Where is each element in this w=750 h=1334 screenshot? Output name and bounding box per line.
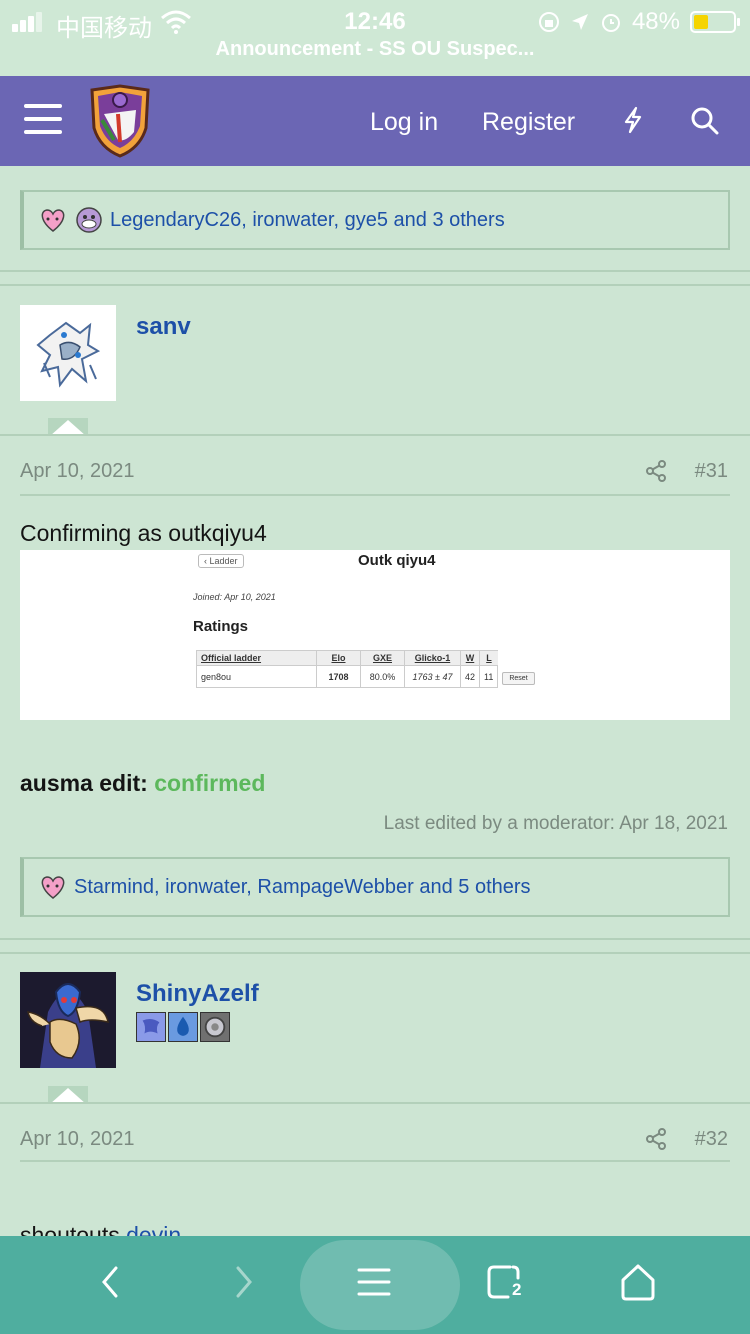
steel-type-badge-icon — [200, 1012, 230, 1042]
col-header: Glicko-1 — [404, 650, 461, 666]
divider — [20, 494, 730, 496]
alarm-icon — [601, 14, 620, 32]
col-header: GXE — [360, 650, 405, 666]
status-bar: 中国移动 12:46 48% Announcement - SS OU Susp… — [0, 0, 750, 76]
edit-status: confirmed — [154, 770, 266, 796]
forward-icon[interactable] — [232, 1262, 256, 1302]
divider — [0, 938, 750, 940]
divider — [20, 1160, 730, 1162]
post-number[interactable]: #32 — [695, 1128, 728, 1151]
edit-note: ausma edit: confirmed — [20, 770, 266, 796]
col-header: L — [479, 650, 498, 666]
divider — [0, 952, 750, 954]
menu-icon[interactable] — [356, 1262, 392, 1302]
post-username[interactable]: sanv — [136, 313, 191, 341]
announcement-banner[interactable]: Announcement - SS OU Suspec... — [0, 38, 750, 61]
ladder-back-button: ‹ Ladder — [198, 554, 244, 568]
user-badges — [136, 1012, 230, 1042]
table-cell: gen8ou — [196, 665, 317, 688]
post-date[interactable]: Apr 10, 2021 — [20, 460, 135, 483]
table-cell: 42 — [459, 665, 481, 688]
reactions-bar[interactable]: LegendaryC26, ironwater, gye5 and 3 othe… — [20, 190, 730, 250]
ratings-title: Ratings — [193, 618, 249, 635]
reactions-text[interactable]: Starmind, ironwater, RampageWebber and 5… — [74, 876, 531, 899]
reactions-text[interactable]: LegendaryC26, ironwater, gye5 and 3 othe… — [110, 209, 505, 232]
menu-icon[interactable] — [24, 104, 62, 143]
battery-icon — [690, 11, 740, 33]
search-icon[interactable] — [690, 106, 720, 136]
post-date[interactable]: Apr 10, 2021 — [20, 1128, 135, 1151]
share-icon[interactable] — [644, 459, 668, 483]
divider — [0, 284, 750, 286]
divider — [0, 270, 750, 272]
tab-count: 2 — [512, 1280, 522, 1299]
rotation-lock-icon — [538, 12, 559, 32]
player-name: Outk qiyu4 — [358, 552, 436, 569]
battery-percent: 48% — [631, 8, 680, 35]
table-cell: 1763 ± 47 — [404, 665, 461, 688]
col-header: Elo — [316, 650, 361, 666]
heart-reaction-icon — [41, 209, 65, 232]
login-link[interactable]: Log in — [370, 108, 438, 137]
location-icon — [571, 14, 588, 30]
avatar[interactable] — [20, 305, 116, 401]
post-image[interactable]: ‹ Ladder Outk qiyu4 Joined: Apr 10, 2021… — [20, 550, 730, 720]
bolt-icon[interactable] — [622, 106, 644, 134]
table-cell: 1708 — [316, 665, 361, 688]
koffing-reaction-icon — [76, 207, 102, 233]
heart-reaction-icon — [41, 876, 65, 899]
table-cell: 11 — [479, 665, 499, 688]
tabs-icon[interactable]: 2 — [486, 1264, 526, 1300]
arceus-avatar-image — [36, 321, 101, 388]
last-edited: Last edited by a moderator: Apr 18, 2021 — [383, 813, 728, 834]
top-nav: Log in Register — [0, 76, 750, 166]
home-icon[interactable] — [618, 1262, 658, 1302]
col-header: W — [459, 650, 481, 666]
ratings-table: Official ladder Elo GXE Glicko-1 W L gen… — [196, 650, 539, 688]
avatar[interactable] — [20, 972, 116, 1068]
post-number[interactable]: #31 — [695, 460, 728, 483]
post-username[interactable]: ShinyAzelf — [136, 980, 259, 1008]
dragon-type-badge-icon — [136, 1012, 166, 1042]
divider — [0, 1102, 750, 1104]
reactions-bar[interactable]: Starmind, ironwater, RampageWebber and 5… — [20, 857, 730, 917]
reset-button: Reset — [502, 671, 535, 685]
table-cell: 80.0% — [360, 665, 405, 688]
register-link[interactable]: Register — [482, 108, 575, 137]
browser-toolbar: 2 — [0, 1236, 750, 1334]
back-icon[interactable] — [98, 1262, 122, 1302]
col-header: Official ladder — [196, 650, 317, 666]
site-logo[interactable] — [88, 84, 152, 158]
joined-date: Joined: Apr 10, 2021 — [193, 592, 276, 602]
divider — [0, 434, 750, 436]
post-body: Confirming as outkqiyu4 — [20, 520, 267, 546]
azelf-avatar-image — [27, 983, 109, 1068]
water-type-badge-icon — [168, 1012, 198, 1042]
share-icon[interactable] — [644, 1127, 668, 1151]
